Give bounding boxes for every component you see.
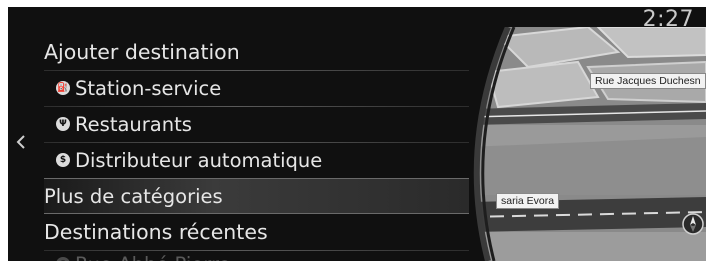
menu-item-label: Destinations récentes (44, 220, 268, 244)
menu-item-label: Plus de catégories (44, 184, 223, 208)
back-button[interactable] (10, 127, 32, 157)
menu-item-label: Distributeur automatique (75, 148, 323, 172)
destination-menu: Ajouter destination ⛽ Station-service Ψ … (44, 35, 484, 261)
menu-item-label: Ajouter destination (44, 40, 240, 64)
map-graphic (473, 27, 706, 261)
menu-item-restaurants[interactable]: Ψ Restaurants (44, 107, 481, 141)
restaurant-icon: Ψ (56, 117, 70, 131)
chevron-left-icon (16, 135, 25, 149)
street-label: Rue Jacques Duchesn (590, 73, 706, 89)
menu-item-label: Rue Abbé Pierre (75, 253, 231, 262)
infotainment-screen: 2:27 Rue Jacques Duchesn saria Evora Ajo… (8, 7, 706, 261)
menu-item-recent-address[interactable]: ◷ Rue Abbé Pierre (44, 247, 481, 261)
gas-station-icon: ⛽ (56, 81, 70, 95)
menu-item-atm[interactable]: $ Distributeur automatique (44, 143, 481, 177)
compass-button[interactable] (682, 213, 704, 235)
street-label: saria Evora (496, 193, 560, 209)
menu-item-add-destination[interactable]: Ajouter destination (44, 35, 469, 69)
menu-item-label: Station-service (75, 76, 222, 100)
menu-item-recent-destinations[interactable]: Destinations récentes (44, 215, 469, 249)
menu-item-more-categories[interactable]: Plus de catégories (44, 178, 469, 214)
atm-icon: $ (56, 153, 70, 167)
menu-item-gas-station[interactable]: ⛽ Station-service (44, 71, 481, 105)
history-icon: ◷ (56, 257, 70, 261)
menu-item-label: Restaurants (75, 112, 192, 136)
compass-icon (682, 213, 704, 235)
map-view[interactable]: Rue Jacques Duchesn saria Evora (468, 27, 706, 261)
